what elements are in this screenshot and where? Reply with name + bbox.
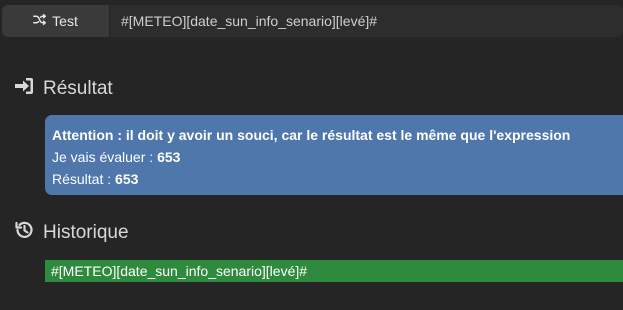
result-heading: Résultat (14, 76, 113, 102)
alert-warning: Attention : il doit y avoir un souci, ca… (52, 127, 571, 143)
evaluate-line: Je vais évaluer : 653 (52, 146, 623, 168)
result-value: 653 (115, 171, 139, 187)
history-heading: Historique (14, 220, 129, 246)
expression-toolbar: Test (0, 5, 623, 37)
shuffle-icon (33, 13, 47, 29)
history-icon (14, 220, 34, 246)
result-alert: Attention : il doit y avoir un souci, ca… (45, 115, 623, 195)
result-title: Résultat (43, 78, 113, 99)
result-line: Résultat : 653 (52, 168, 623, 190)
expression-input[interactable] (110, 5, 623, 37)
evaluate-value: 653 (157, 149, 181, 165)
sign-in-icon (14, 76, 34, 102)
history-title: Historique (43, 222, 129, 243)
test-button-label: Test (52, 13, 78, 29)
result-label: Résultat : (52, 171, 116, 187)
test-button[interactable]: Test (2, 5, 109, 37)
history-item[interactable]: #[METEO][date_sun_info_senario][levé]# (45, 260, 623, 282)
evaluate-label: Je vais évaluer : (52, 149, 158, 165)
